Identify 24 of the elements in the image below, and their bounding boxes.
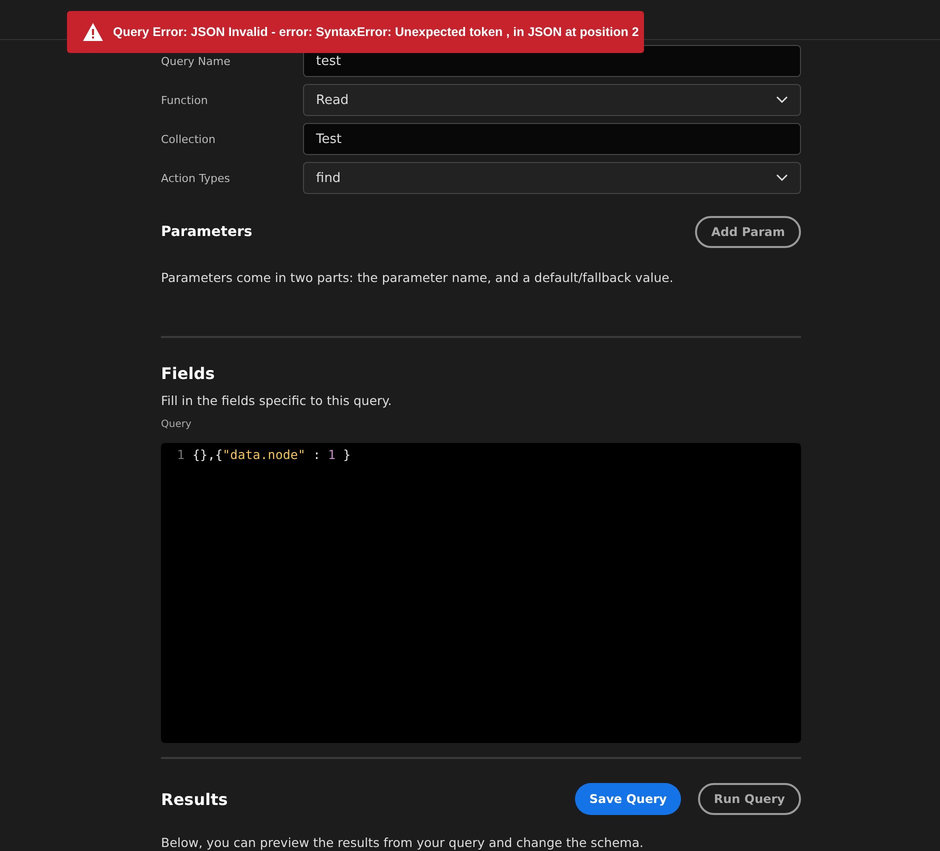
field-label: Function xyxy=(161,94,209,106)
section-title: Fields xyxy=(161,364,216,383)
section-description: Below, you can preview the results from your query and change the schema. xyxy=(161,835,644,850)
run-query-button[interactable]: Run Query xyxy=(698,783,801,815)
section-description: Fill in the fields specific to this query. xyxy=(161,393,393,408)
input-field[interactable]: Test xyxy=(303,123,801,155)
field-label: Query Name xyxy=(161,54,232,68)
select-field[interactable]: find xyxy=(303,162,801,194)
save-query-button[interactable]: Save Query xyxy=(575,783,681,815)
field-label: Action Types xyxy=(161,172,231,184)
error-message: Query Error: JSON Invalid - error: SyntaxError: Unexpected token , in JSON at position 2 xyxy=(113,25,639,39)
chevron-down-icon xyxy=(776,96,788,104)
section-title: Results xyxy=(161,790,228,808)
section-title: Parameters xyxy=(161,224,252,240)
select-field[interactable]: Read xyxy=(303,84,801,116)
warning-icon xyxy=(83,23,103,41)
editor-label: Query xyxy=(161,419,192,430)
chevron-down-icon xyxy=(776,174,788,182)
line-number: 1 xyxy=(177,447,185,462)
section-description: Parameters come in two parts: the parameter name, and a default/fallback value. xyxy=(161,270,674,285)
code-line: {},{"data.node" : 1 } xyxy=(192,447,351,462)
field-label: Collection xyxy=(161,132,216,146)
add-param-button[interactable]: Add Param xyxy=(695,216,801,248)
code-editor[interactable]: 1 {},{"data.node" : 1 } xyxy=(161,443,801,743)
